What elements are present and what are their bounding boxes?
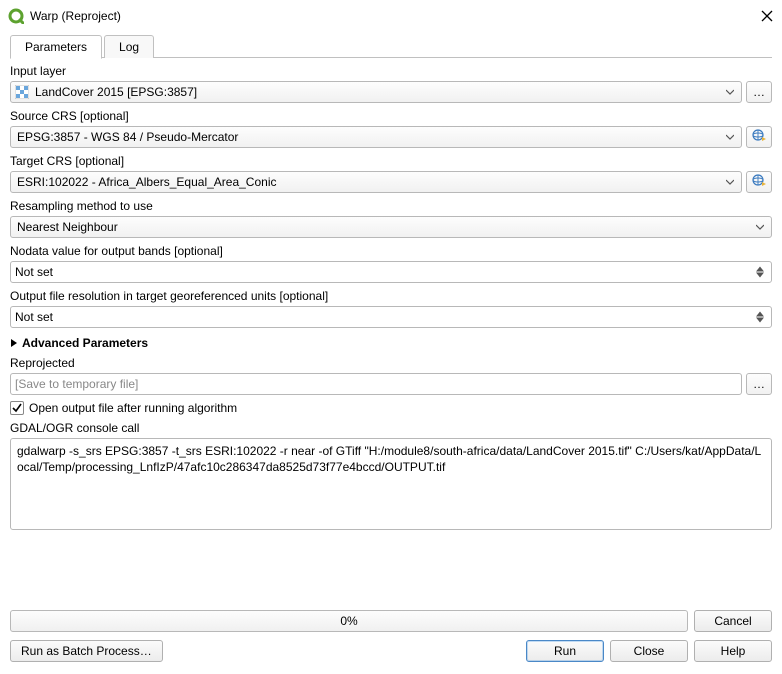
tab-bar: Parameters Log xyxy=(10,34,772,58)
input-layer-combo[interactable]: LandCover 2015 [EPSG:3857] xyxy=(10,81,742,103)
console-label: GDAL/OGR console call xyxy=(10,421,772,435)
target-crs-select-button[interactable] xyxy=(746,171,772,193)
crs-globe-icon xyxy=(751,173,767,192)
source-crs-label: Source CRS [optional] xyxy=(10,109,772,123)
advanced-label: Advanced Parameters xyxy=(22,336,148,350)
run-batch-button[interactable]: Run as Batch Process… xyxy=(10,640,163,662)
target-crs-combo[interactable]: ESRI:102022 - Africa_Albers_Equal_Area_C… xyxy=(10,171,742,193)
reprojected-label: Reprojected xyxy=(10,356,772,370)
open-output-label: Open output file after running algorithm xyxy=(29,401,237,415)
source-crs-value: EPSG:3857 - WGS 84 / Pseudo-Mercator xyxy=(15,130,723,144)
output-path-input[interactable]: [Save to temporary file] xyxy=(10,373,742,395)
output-res-label: Output file resolution in target georefe… xyxy=(10,289,772,303)
spin-buttons[interactable] xyxy=(753,311,767,323)
ellipsis-icon: … xyxy=(753,377,765,391)
chevron-down-icon xyxy=(753,223,767,231)
input-layer-value: LandCover 2015 [EPSG:3857] xyxy=(33,85,723,99)
input-layer-label: Input layer xyxy=(10,64,772,78)
checkbox-icon xyxy=(10,401,24,415)
spin-buttons[interactable] xyxy=(753,266,767,278)
target-crs-label: Target CRS [optional] xyxy=(10,154,772,168)
resampling-value: Nearest Neighbour xyxy=(15,220,753,234)
nodata-label: Nodata value for output bands [optional] xyxy=(10,244,772,258)
progress-value: 0% xyxy=(340,614,357,628)
advanced-parameters-toggle[interactable]: Advanced Parameters xyxy=(10,336,772,350)
close-button[interactable]: Close xyxy=(610,640,688,662)
tab-parameters[interactable]: Parameters xyxy=(10,35,102,59)
open-output-checkbox[interactable]: Open output file after running algorithm xyxy=(10,401,772,415)
output-path-browse-button[interactable]: … xyxy=(746,373,772,395)
output-path-placeholder: [Save to temporary file] xyxy=(15,377,737,391)
output-res-input[interactable]: Not set xyxy=(10,306,772,328)
help-button[interactable]: Help xyxy=(694,640,772,662)
crs-globe-icon xyxy=(751,128,767,147)
source-crs-select-button[interactable] xyxy=(746,126,772,148)
target-crs-value: ESRI:102022 - Africa_Albers_Equal_Area_C… xyxy=(15,175,723,189)
window-title: Warp (Reproject) xyxy=(30,9,760,23)
console-output: gdalwarp -s_srs EPSG:3857 -t_srs ESRI:10… xyxy=(10,438,772,530)
cancel-button[interactable]: Cancel xyxy=(694,610,772,632)
chevron-down-icon xyxy=(723,133,737,141)
nodata-input[interactable]: Not set xyxy=(10,261,772,283)
output-res-value: Not set xyxy=(15,310,753,324)
tab-log[interactable]: Log xyxy=(104,35,154,58)
input-layer-browse-button[interactable]: … xyxy=(746,81,772,103)
ellipsis-icon: … xyxy=(753,85,765,99)
resampling-label: Resampling method to use xyxy=(10,199,772,213)
run-button[interactable]: Run xyxy=(526,640,604,662)
source-crs-combo[interactable]: EPSG:3857 - WGS 84 / Pseudo-Mercator xyxy=(10,126,742,148)
app-icon xyxy=(8,8,24,24)
resampling-combo[interactable]: Nearest Neighbour xyxy=(10,216,772,238)
raster-icon xyxy=(15,85,29,99)
chevron-down-icon xyxy=(723,88,737,96)
chevron-down-icon xyxy=(723,178,737,186)
titlebar: Warp (Reproject) xyxy=(0,0,782,28)
triangle-right-icon xyxy=(10,339,18,347)
close-icon[interactable] xyxy=(760,9,774,23)
progress-bar: 0% xyxy=(10,610,688,632)
nodata-value: Not set xyxy=(15,265,753,279)
